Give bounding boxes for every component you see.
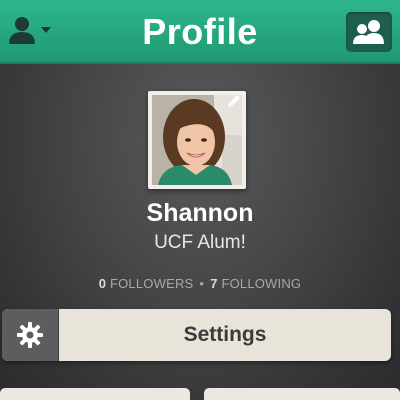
following-link[interactable]: 7 FOLLOWING <box>210 276 301 291</box>
follow-stats: 0 FOLLOWERS • 7 FOLLOWING <box>0 276 400 292</box>
bottom-card-left[interactable] <box>0 388 190 400</box>
following-count: 7 <box>210 276 218 291</box>
page-title: Profile <box>142 11 258 52</box>
pencil-icon[interactable] <box>226 93 242 109</box>
stats-separator: • <box>199 276 205 291</box>
settings-button[interactable]: Settings <box>2 309 391 361</box>
following-label: FOLLOWING <box>221 276 302 291</box>
followers-label: FOLLOWERS <box>109 276 194 291</box>
followers-count: 0 <box>98 276 107 291</box>
friends-icon <box>353 20 384 44</box>
app-header: Profile <box>0 0 400 64</box>
profile-bio: UCF Alum! <box>154 232 246 253</box>
profile-name: Shannon <box>146 199 254 227</box>
gear-icon <box>17 322 43 348</box>
settings-icon-box <box>2 309 59 361</box>
avatar[interactable] <box>148 91 246 189</box>
followers-link[interactable]: 0 FOLLOWERS <box>99 276 194 291</box>
bottom-card-right[interactable] <box>204 388 400 400</box>
friends-button[interactable] <box>346 12 392 52</box>
settings-label: Settings <box>183 323 267 346</box>
